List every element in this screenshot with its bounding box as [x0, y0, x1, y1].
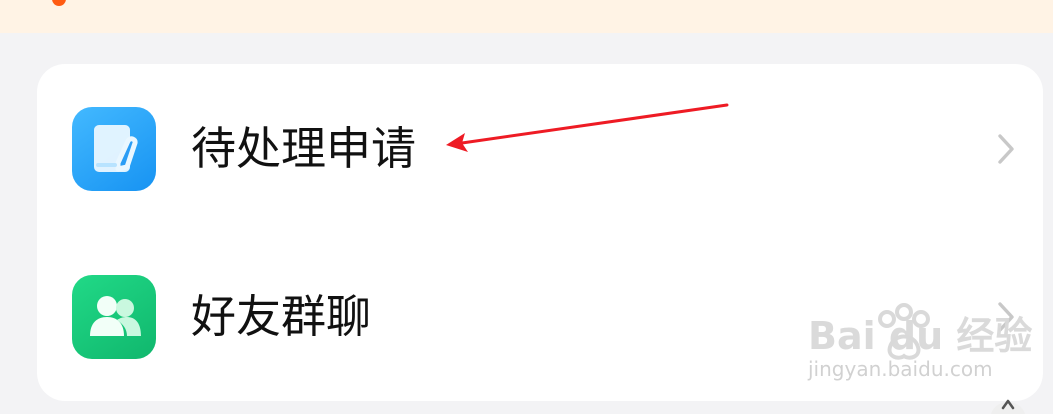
baidu-paw-icon: [878, 303, 930, 360]
friend-group-chats-label: 好友群聊: [191, 290, 372, 343]
notification-dot-icon: [52, 0, 66, 6]
edit-document-icon: [72, 107, 156, 191]
notice-banner: [0, 0, 1053, 33]
app-screen: 待处理申请 好友群聊 Bai du 经验 jingyan.baidu.com: [0, 0, 1053, 414]
people-icon: [72, 275, 156, 359]
pending-applications-label: 待处理申请: [191, 122, 417, 175]
chevron-up-icon[interactable]: [984, 388, 1032, 414]
watermark-site: jingyan.baidu.com: [808, 357, 993, 381]
pending-applications-item[interactable]: 待处理申请: [37, 90, 1043, 210]
chevron-right-icon: [992, 130, 1020, 168]
baidu-watermark: Bai du 经验 jingyan.baidu.com: [808, 302, 1043, 390]
